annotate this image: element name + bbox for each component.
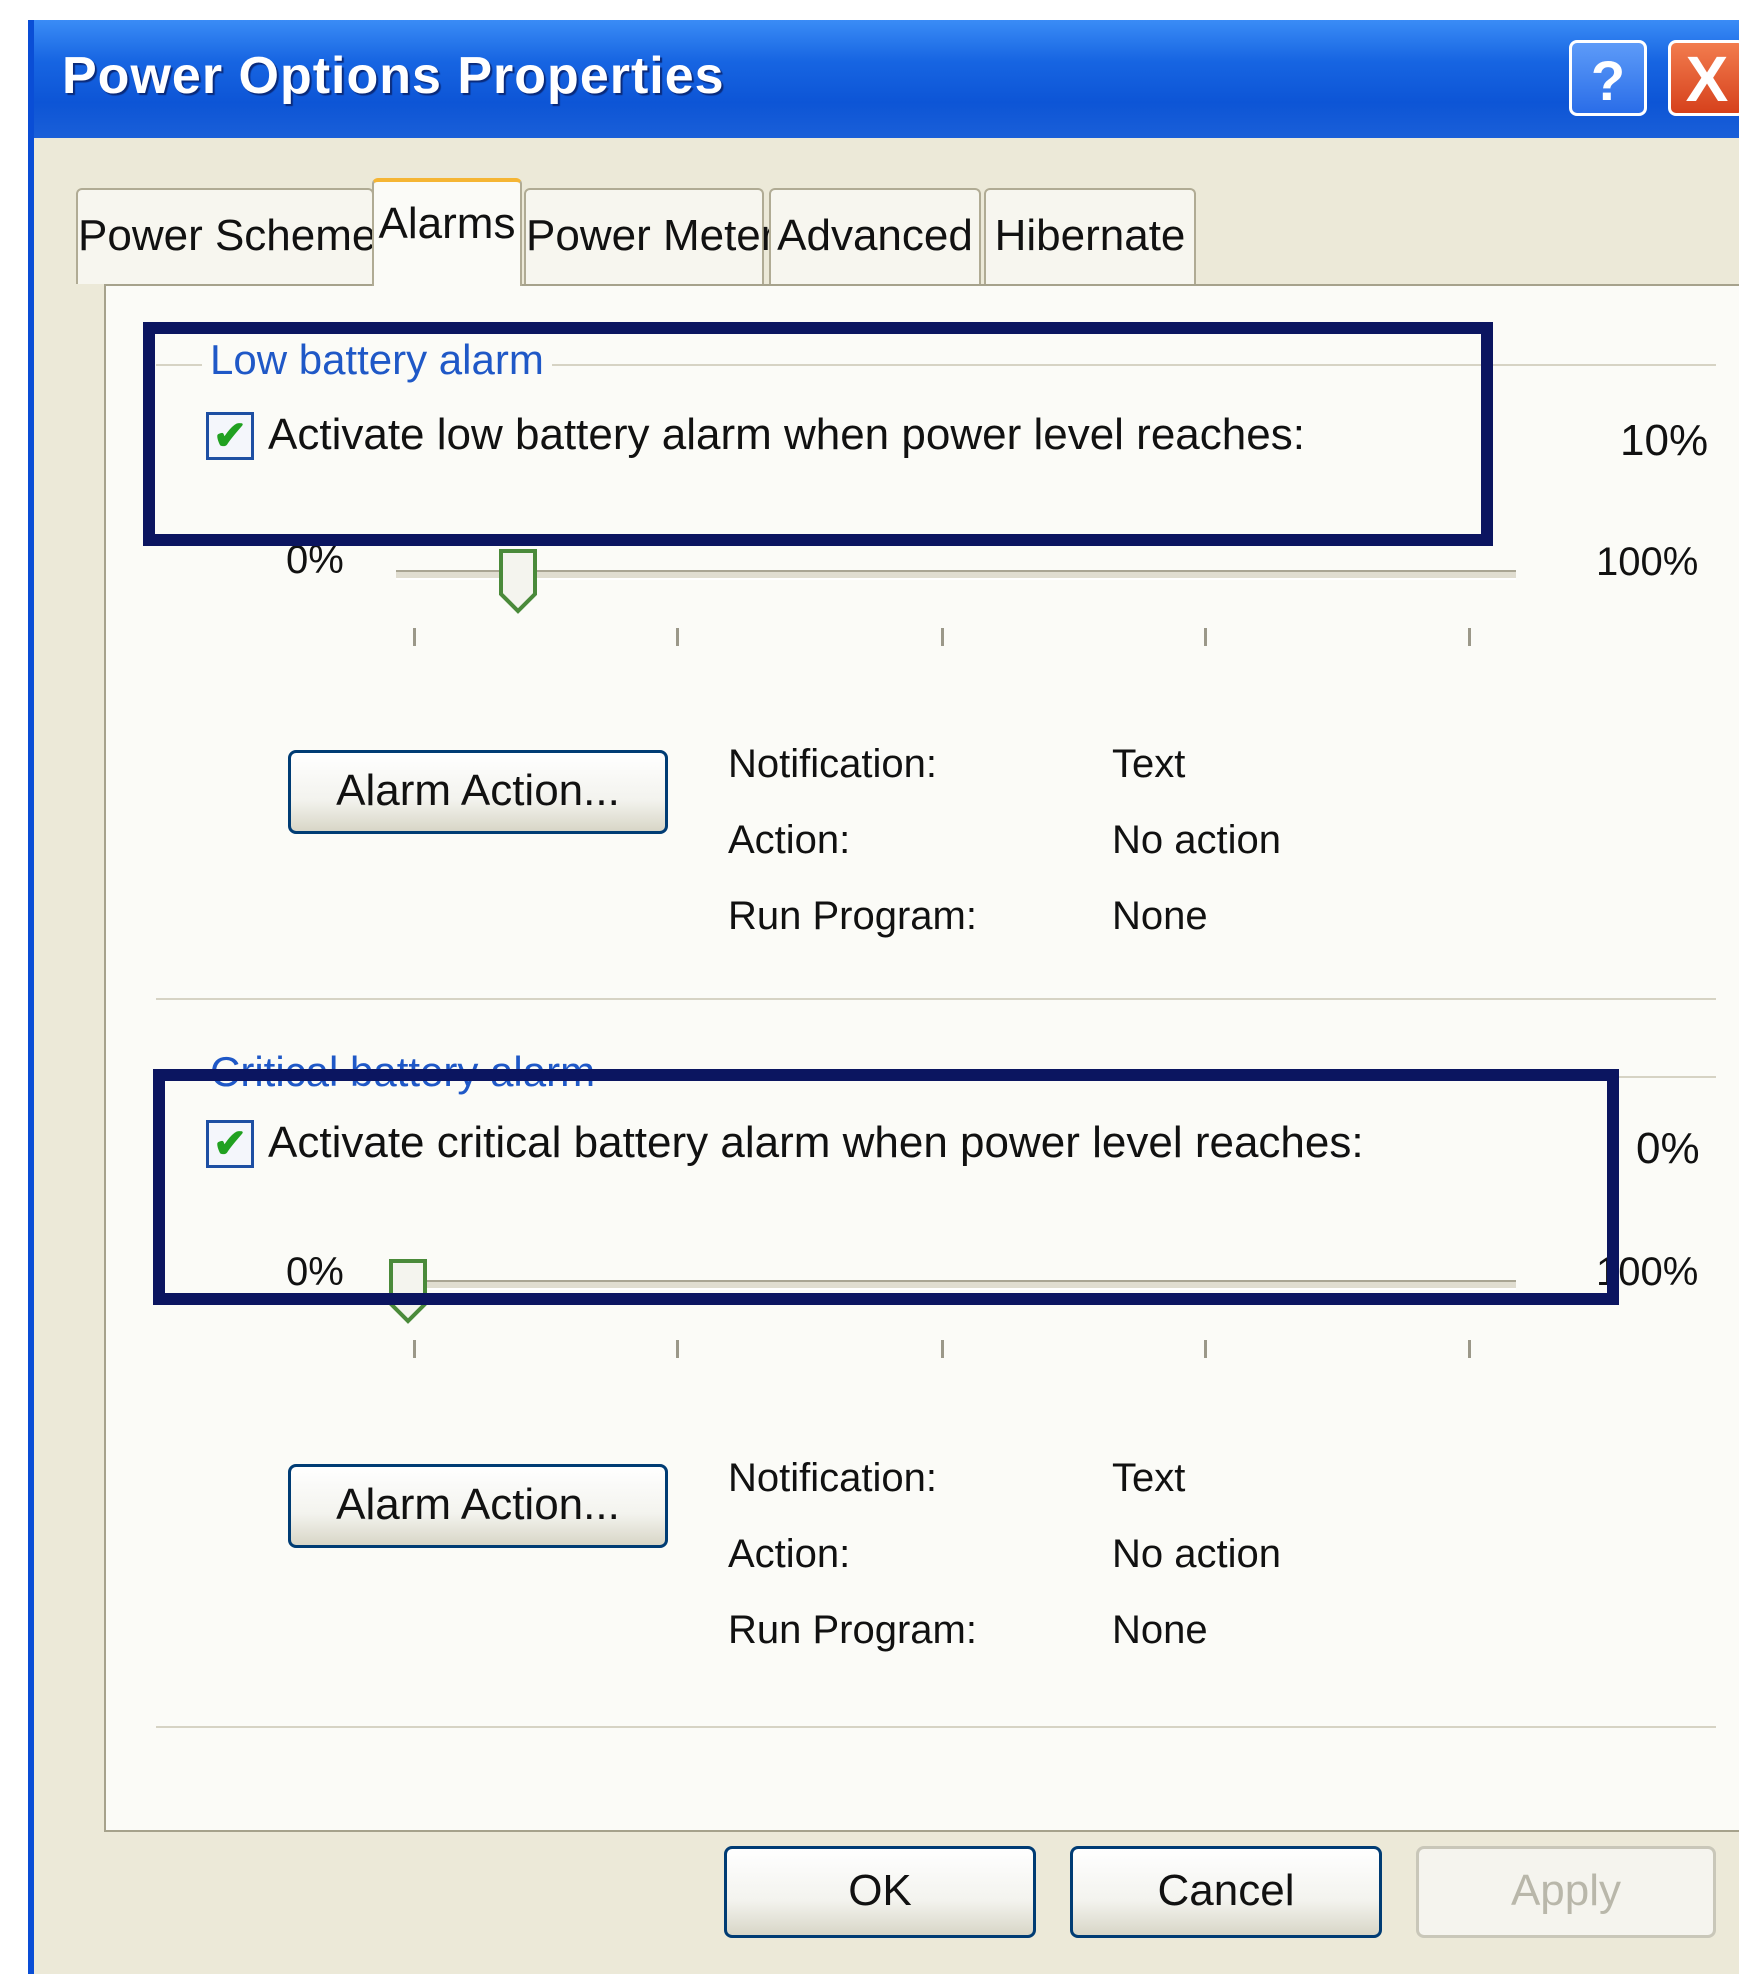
critical-alarm-tick xyxy=(941,1340,944,1358)
ok-button[interactable]: OK xyxy=(724,1846,1036,1938)
low-alarm-action-label: Action: xyxy=(728,818,851,862)
critical-alarm-tick xyxy=(1204,1340,1207,1358)
critical-alarm-notification-label: Notification: xyxy=(728,1456,937,1500)
critical-alarm-level-value: 0% xyxy=(1636,1124,1700,1173)
low-alarm-tick xyxy=(1204,628,1207,646)
tab-hibernate[interactable]: Hibernate xyxy=(984,188,1196,284)
highlight-box-low-alarm xyxy=(143,322,1493,546)
help-button[interactable]: ? xyxy=(1569,40,1647,116)
critical-alarm-action-value: No action xyxy=(1112,1532,1281,1576)
critical-alarm-program-label: Run Program: xyxy=(728,1608,977,1652)
low-alarm-program-value: None xyxy=(1112,894,1208,938)
critical-alarm-tick xyxy=(413,1340,416,1358)
low-alarm-slider-thumb[interactable] xyxy=(498,548,538,614)
tab-alarms[interactable]: Alarms xyxy=(372,178,522,286)
low-alarm-tick xyxy=(413,628,416,646)
low-alarm-level-value: 10% xyxy=(1620,416,1709,465)
low-alarm-tick xyxy=(1468,628,1471,646)
low-alarm-notification-value: Text xyxy=(1112,742,1186,786)
tab-power-meter[interactable]: Power Meter xyxy=(524,188,775,284)
low-alarm-notification-label: Notification: xyxy=(728,742,937,786)
critical-alarm-tick xyxy=(676,1340,679,1358)
low-alarm-action-button[interactable]: Alarm Action... xyxy=(288,750,668,834)
low-alarm-tick xyxy=(676,628,679,646)
low-alarm-action-value: No action xyxy=(1112,818,1281,862)
critical-alarm-program-value: None xyxy=(1112,1608,1208,1652)
cancel-button[interactable]: Cancel xyxy=(1070,1846,1382,1938)
low-alarm-slider-track[interactable] xyxy=(396,570,1516,580)
low-alarm-group-bottom xyxy=(156,998,1716,1000)
low-alarm-max-label: 100% xyxy=(1596,540,1699,584)
critical-alarm-notification-value: Text xyxy=(1112,1456,1186,1500)
critical-alarm-action-button[interactable]: Alarm Action... xyxy=(288,1464,668,1548)
low-alarm-tick xyxy=(941,628,944,646)
power-options-window: Power Options Properties ? X Power Schem… xyxy=(28,20,1739,1974)
window-title: Power Options Properties xyxy=(62,47,725,105)
highlight-box-critical-alarm xyxy=(153,1069,1619,1305)
tab-power-schemes[interactable]: Power Schemes xyxy=(76,188,398,284)
critical-alarm-action-label: Action: xyxy=(728,1532,851,1576)
critical-alarm-group-bottom xyxy=(156,1726,1716,1728)
close-button[interactable]: X xyxy=(1668,40,1739,116)
title-bar[interactable]: Power Options Properties ? X xyxy=(34,20,1739,138)
apply-button[interactable]: Apply xyxy=(1416,1846,1716,1938)
tab-advanced[interactable]: Advanced xyxy=(769,188,981,284)
critical-alarm-tick xyxy=(1468,1340,1471,1358)
low-alarm-program-label: Run Program: xyxy=(728,894,977,938)
